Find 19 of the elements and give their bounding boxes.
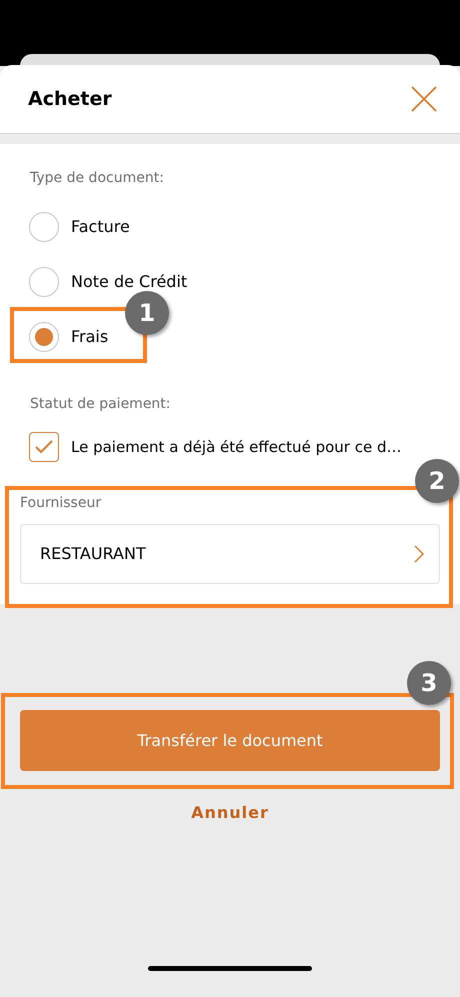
radio-button[interactable] (29, 322, 59, 352)
check-icon (34, 439, 54, 455)
payment-status-label: Statut de paiement: (29, 395, 172, 414)
supplier-label: Fournisseur (19, 494, 102, 513)
radio-button[interactable] (29, 266, 59, 296)
radio-label: Facture (71, 216, 130, 238)
chevron-right-icon (413, 544, 425, 564)
close-icon[interactable] (410, 85, 438, 113)
dialog-title: Acheter (28, 86, 112, 112)
checkbox[interactable] (29, 432, 59, 462)
supplier-field[interactable]: RESTAURANT (20, 524, 440, 584)
radio-label: Note de Crédit (71, 270, 188, 292)
checkbox-label: Le paiement a déjà été effectué pour ce d… (71, 436, 402, 458)
step-badge: 3 (407, 661, 451, 705)
document-type-label: Type de document: (29, 169, 165, 188)
cancel-link[interactable]: Annuler (191, 801, 269, 825)
radio-label: Frais (71, 326, 108, 348)
radio-button[interactable] (29, 212, 59, 242)
transfer-button[interactable]: Transférer le document (20, 710, 440, 771)
